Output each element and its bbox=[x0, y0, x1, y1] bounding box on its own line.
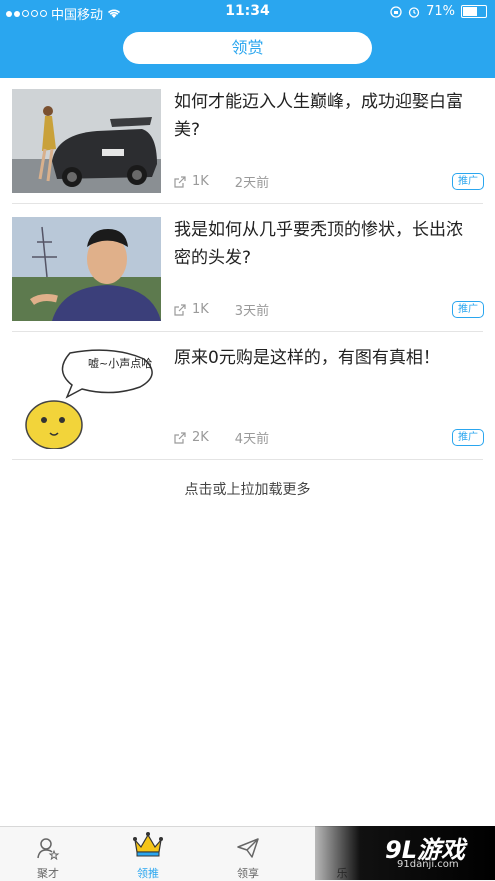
rotation-lock-icon bbox=[390, 5, 402, 18]
feed-item[interactable]: 如何才能迈入人生巅峰，成功迎娶白富美? 1K 2天前 推广 bbox=[0, 86, 495, 214]
article-thumbnail[interactable] bbox=[12, 217, 161, 321]
article-meta: 1K 3天前 bbox=[174, 300, 269, 319]
promo-badge: 推广 bbox=[452, 173, 484, 190]
tab-label: 领推 bbox=[137, 867, 159, 880]
view-count: 1K bbox=[192, 302, 209, 317]
feed-item[interactable]: 我是如何从几乎要秃顶的惨状，长出浓密的头发? 1K 3天前 推广 bbox=[0, 214, 495, 342]
article-thumbnail[interactable] bbox=[12, 89, 161, 193]
app-header: 中国移动 11:34 71% 领赏 bbox=[0, 0, 495, 78]
post-time: 3天前 bbox=[234, 304, 270, 319]
paper-plane-icon bbox=[237, 838, 259, 858]
post-time: 2天前 bbox=[234, 176, 270, 191]
article-thumbnail[interactable]: 嘘~小声点哈 bbox=[12, 345, 161, 449]
post-time: 4天前 bbox=[234, 432, 270, 447]
battery-icon bbox=[461, 5, 487, 18]
divider bbox=[12, 459, 483, 460]
tab-lingtui[interactable]: 领推 bbox=[108, 827, 188, 881]
share-icon bbox=[174, 431, 186, 444]
alarm-icon bbox=[408, 6, 420, 18]
tab-jucai[interactable]: 聚才 bbox=[8, 827, 88, 881]
feed-item[interactable]: 嘘~小声点哈 原来0元购是这样的，有图有真相！ 2K 4天前 推广 bbox=[0, 342, 495, 470]
divider bbox=[12, 203, 483, 204]
article-meta: 1K 2天前 bbox=[174, 172, 269, 191]
share-icon bbox=[174, 175, 186, 188]
tab-label: 聚才 bbox=[37, 867, 59, 880]
article-title[interactable]: 如何才能迈入人生巅峰，成功迎娶白富美? bbox=[174, 88, 474, 144]
load-more-button[interactable]: 点击或上拉加载更多 bbox=[0, 479, 495, 499]
person-star-icon bbox=[37, 838, 60, 860]
tab-lingxiang[interactable]: 领享 bbox=[208, 827, 288, 881]
view-count: 1K bbox=[192, 174, 209, 189]
crown-icon bbox=[133, 832, 163, 857]
site-watermark: 9L游戏 91danji.com bbox=[315, 826, 495, 880]
promo-badge: 推广 bbox=[452, 301, 484, 318]
article-title[interactable]: 我是如何从几乎要秃顶的惨状，长出浓密的头发? bbox=[174, 216, 474, 272]
promo-badge: 推广 bbox=[452, 429, 484, 446]
article-meta: 2K 4天前 bbox=[174, 428, 269, 447]
watermark-url: 91danji.com bbox=[397, 859, 459, 870]
article-title[interactable]: 原来0元购是这样的，有图有真相！ bbox=[174, 344, 474, 372]
view-count: 2K bbox=[192, 430, 209, 445]
share-icon bbox=[174, 303, 186, 316]
page-title[interactable]: 领赏 bbox=[123, 32, 372, 64]
divider bbox=[12, 331, 483, 332]
comic-speech-text: 嘘~小声点哈 bbox=[88, 356, 152, 370]
battery-percent: 71% bbox=[426, 4, 455, 19]
status-bar: 中国移动 11:34 71% bbox=[0, 0, 495, 24]
tab-label: 领享 bbox=[237, 867, 259, 880]
